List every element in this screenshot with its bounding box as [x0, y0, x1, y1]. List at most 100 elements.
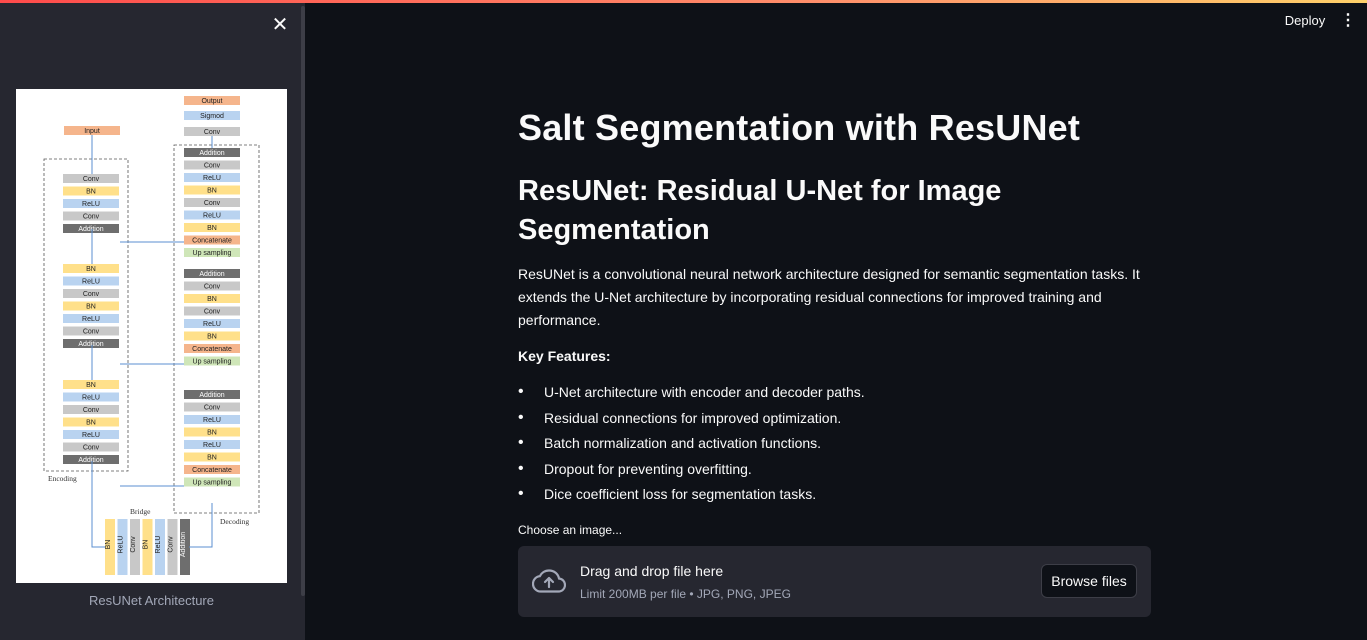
- diagram-label-bridge: Bridge: [130, 507, 151, 516]
- sidebar-scrollbar[interactable]: [301, 6, 305, 596]
- main-menu-icon[interactable]: ⋮: [1340, 10, 1356, 32]
- diagram-block-addition: Addition: [63, 224, 119, 233]
- diagram-block-upsampling: Up sampling: [184, 356, 240, 366]
- svg-text:Conv: Conv: [204, 309, 221, 316]
- svg-text:Conv: Conv: [204, 284, 221, 291]
- svg-text:Conv: Conv: [204, 200, 221, 207]
- svg-text:Addition: Addition: [78, 226, 103, 233]
- diagram-block-addition: Addition: [184, 269, 240, 278]
- diagram-block-concatenate: Concatenate: [184, 235, 240, 245]
- svg-text:ReLU: ReLU: [155, 536, 162, 554]
- diagram-block-bn: BN: [142, 519, 153, 575]
- diagram-block-relu: ReLU: [63, 392, 119, 402]
- svg-text:BN: BN: [207, 430, 217, 437]
- svg-text:Conv: Conv: [83, 445, 100, 452]
- key-features-heading: Key Features:: [518, 348, 611, 364]
- dropzone-title: Drag and drop file here: [580, 562, 724, 579]
- image-caption: ResUNet Architecture: [89, 593, 214, 608]
- diagram-block-concatenate: Concatenate: [184, 344, 240, 353]
- svg-text:ReLU: ReLU: [82, 279, 100, 286]
- svg-text:Conv: Conv: [204, 129, 221, 136]
- diagram-block-bn: BN: [63, 417, 119, 427]
- diagram-block-bn: BN: [184, 331, 240, 341]
- diagram-block-conv: Conv: [63, 289, 119, 298]
- diagram-block-relu: ReLU: [63, 314, 119, 323]
- diagram-block-conv: Conv: [184, 198, 240, 207]
- page-title: Salt Segmentation with ResUNet: [518, 107, 1081, 148]
- diagram-block-bn: BN: [105, 519, 115, 575]
- diagram-block-bn: BN: [63, 264, 119, 273]
- svg-text:Output: Output: [201, 98, 222, 105]
- diagram-block-relu: ReLU: [63, 199, 119, 208]
- svg-text:ReLU: ReLU: [203, 175, 221, 182]
- close-sidebar-icon[interactable]: ✕: [270, 15, 290, 35]
- main-content: Salt Segmentation with ResUNet ResUNet: …: [518, 100, 1158, 617]
- svg-text:ReLU: ReLU: [203, 213, 221, 220]
- diagram-block-addition: Addition: [63, 339, 119, 348]
- diagram-block-relu: ReLU: [184, 210, 240, 220]
- architecture-diagram: Input Encoding Conv BN ReLU Conv Addition BN ReL…: [43, 96, 260, 575]
- diagram-block-bn: BN: [63, 186, 119, 196]
- svg-text:Addition: Addition: [180, 532, 187, 557]
- diagram-block-conv: Conv: [184, 127, 240, 136]
- svg-text:Concatenate: Concatenate: [192, 346, 232, 353]
- section-heading: ResUNet: Residual U-Net for Image Segmen…: [518, 175, 1002, 246]
- svg-text:BN: BN: [207, 188, 217, 195]
- svg-text:Concatenate: Concatenate: [192, 238, 232, 245]
- svg-text:ReLU: ReLU: [82, 432, 100, 439]
- dropzone-limit: Limit 200MB per file • JPG, PNG, JPEG: [580, 586, 791, 601]
- diagram-block-conv: Conv: [63, 211, 119, 221]
- diagram-block-relu: ReLU: [63, 276, 119, 286]
- diagram-block-relu: ReLU: [184, 415, 240, 424]
- diagram-block-conv: Conv: [63, 174, 119, 183]
- svg-text:Addition: Addition: [78, 457, 103, 464]
- list-item: Dice coefficient loss for segmentation t…: [518, 484, 1158, 510]
- svg-text:BN: BN: [207, 334, 217, 341]
- diagram-block-conv: Conv: [130, 519, 140, 575]
- svg-text:Conv: Conv: [204, 405, 221, 412]
- deploy-button[interactable]: Deploy: [1276, 10, 1334, 32]
- file-dropzone[interactable]: Drag and drop file here Limit 200MB per …: [518, 545, 1151, 617]
- diagram-block-bn: BN: [184, 185, 240, 195]
- diagram-block-bn: BN: [63, 301, 119, 311]
- diagram-block-relu: ReLU: [117, 519, 128, 575]
- svg-text:Addition: Addition: [78, 341, 103, 348]
- svg-text:ReLU: ReLU: [203, 417, 221, 424]
- diagram-block-sigmoid: Sigmod: [184, 111, 240, 120]
- diagram-block-conv: Conv: [184, 306, 240, 316]
- diagram-block-relu: ReLU: [63, 430, 119, 439]
- diagram-block-addition: Addition: [63, 455, 119, 464]
- diagram-label-encoding: Encoding: [48, 474, 77, 483]
- svg-text:ReLU: ReLU: [118, 536, 125, 554]
- svg-text:BN: BN: [86, 189, 96, 196]
- svg-text:BN: BN: [207, 225, 217, 232]
- svg-text:Addition: Addition: [199, 392, 224, 399]
- svg-text:Addition: Addition: [199, 150, 224, 157]
- svg-text:ReLU: ReLU: [203, 442, 221, 449]
- svg-text:BN: BN: [207, 296, 217, 303]
- svg-text:Up sampling: Up sampling: [193, 480, 232, 487]
- diagram-block-relu: ReLU: [155, 519, 165, 575]
- svg-text:Conv: Conv: [83, 291, 100, 298]
- list-item: U-Net architecture with encoder and deco…: [518, 382, 1158, 408]
- uploader-label: Choose an image...: [518, 522, 623, 537]
- svg-text:BN: BN: [86, 420, 96, 427]
- diagram-block-upsampling: Up sampling: [184, 248, 240, 257]
- diagram-block-addition: Addition: [184, 148, 240, 157]
- svg-text:BN: BN: [86, 382, 96, 389]
- diagram-block-conv: Conv: [63, 442, 119, 452]
- list-item: Residual connections for improved optimi…: [518, 408, 1158, 434]
- browse-files-button[interactable]: Browse files: [1041, 563, 1137, 598]
- features-list: U-Net architecture with encoder and deco…: [518, 382, 1158, 510]
- diagram-block-concatenate: Concatenate: [184, 465, 240, 474]
- svg-text:BN: BN: [86, 304, 96, 311]
- svg-text:Conv: Conv: [83, 407, 100, 414]
- svg-text:ReLU: ReLU: [82, 316, 100, 323]
- list-item: Batch normalization and activation funct…: [518, 433, 1158, 459]
- svg-text:BN: BN: [143, 540, 150, 550]
- svg-text:Conv: Conv: [83, 214, 100, 221]
- diagram-block-bn: BN: [184, 452, 240, 462]
- svg-text:Addition: Addition: [199, 271, 224, 278]
- diagram-block-addition: Addition: [180, 519, 190, 575]
- diagram-block-bn: BN: [184, 427, 240, 437]
